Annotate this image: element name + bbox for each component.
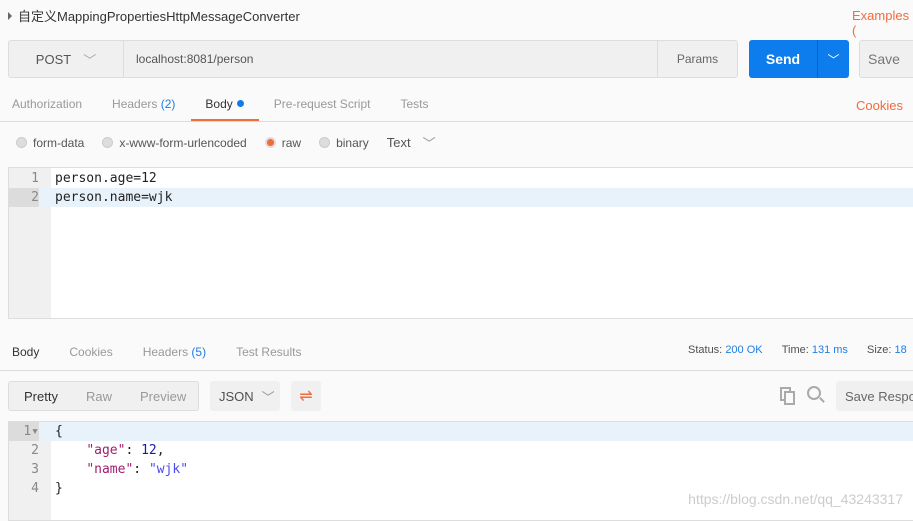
- save-button[interactable]: Save: [859, 40, 913, 78]
- format-select[interactable]: JSON ﹀: [210, 381, 280, 411]
- radio-x-www-form-urlencoded[interactable]: x-www-form-urlencoded: [102, 136, 247, 150]
- size-value: 18: [894, 344, 907, 356]
- status-value: 200 OK: [725, 344, 763, 356]
- tab-headers[interactable]: Headers (2): [112, 91, 190, 117]
- radio-binary[interactable]: binary: [319, 136, 369, 150]
- divider: [0, 121, 913, 122]
- code-line: 1▾{: [9, 422, 913, 441]
- radio-form-data[interactable]: form-data: [16, 136, 84, 150]
- pretty-button[interactable]: Pretty: [24, 389, 58, 404]
- wrap-lines-icon[interactable]: ⇌: [291, 381, 321, 411]
- code-line: 2 person.name=wjk: [9, 188, 913, 207]
- examples-link[interactable]: Examples (: [852, 8, 913, 38]
- expand-triangle-icon[interactable]: [8, 11, 12, 20]
- radio-raw[interactable]: raw: [264, 136, 301, 150]
- code-line: 1 person.age=12: [31, 171, 157, 186]
- method-select[interactable]: POST ﹀: [9, 41, 124, 77]
- view-mode-group: Pretty Raw Preview: [8, 381, 199, 411]
- tab-authorization[interactable]: Authorization: [12, 91, 97, 117]
- url-input[interactable]: localhost:8081/person: [124, 41, 657, 77]
- preview-button[interactable]: Preview: [140, 389, 186, 404]
- body-type-select[interactable]: Text ﹀: [387, 133, 436, 152]
- tab-test-results[interactable]: Test Results: [236, 339, 316, 365]
- code-line: 2 "age": 12,: [31, 443, 165, 458]
- cookies-link[interactable]: Cookies: [856, 98, 903, 113]
- modified-dot-icon: [236, 100, 244, 107]
- request-body-editor[interactable]: 1 person.age=12 2 person.name=wjk: [8, 167, 913, 319]
- tab-pre-request-script[interactable]: Pre-request Script: [274, 91, 386, 117]
- chevron-down-icon: ﹀: [422, 136, 436, 151]
- request-bar: POST ﹀ localhost:8081/person Params: [8, 40, 738, 78]
- response-status: Status: 200 OK Time: 131 ms Size: 18: [688, 344, 907, 356]
- tab-body[interactable]: Body: [191, 91, 260, 122]
- time-value: 131 ms: [811, 344, 848, 356]
- body-mode-radios: form-data x-www-form-urlencoded raw bina…: [16, 133, 454, 152]
- tab-response-body[interactable]: Body: [12, 339, 54, 365]
- divider: [0, 370, 913, 371]
- send-dropdown-chevron-icon[interactable]: ﹀: [818, 40, 849, 78]
- search-icon[interactable]: [807, 386, 825, 403]
- request-tabs: Authorization Headers (2) Body Pre-reque…: [12, 91, 459, 122]
- params-button[interactable]: Params: [657, 41, 737, 77]
- watermark: https://blog.csdn.net/qq_43243317: [688, 491, 903, 507]
- tab-tests[interactable]: Tests: [400, 91, 443, 117]
- tab-response-cookies[interactable]: Cookies: [69, 339, 127, 365]
- save-response-button[interactable]: Save Respon: [836, 381, 913, 411]
- chevron-down-icon: ﹀: [83, 52, 97, 68]
- copy-icon[interactable]: [778, 385, 796, 405]
- request-title[interactable]: 自定义MappingPropertiesHttpMessageConverter: [8, 6, 300, 25]
- code-line: 3 "name": "wjk": [31, 462, 189, 477]
- tab-response-headers[interactable]: Headers (5): [143, 339, 221, 365]
- send-button[interactable]: Send ﹀: [749, 40, 849, 78]
- raw-button[interactable]: Raw: [86, 389, 112, 404]
- response-tabs: Body Cookies Headers (5) Test Results: [12, 339, 331, 365]
- chevron-down-icon: ﹀: [261, 389, 275, 405]
